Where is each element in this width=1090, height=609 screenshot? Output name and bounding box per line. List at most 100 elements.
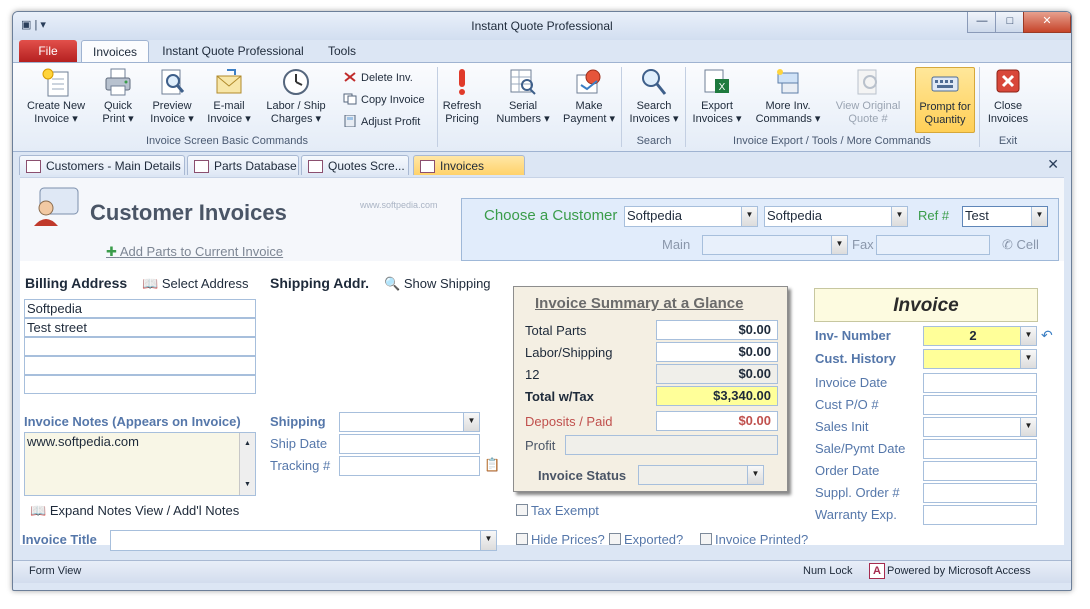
add-parts-link[interactable]: ✚ Add Parts to Current Invoice <box>106 244 283 260</box>
billing-line-1[interactable]: Softpedia <box>24 299 256 318</box>
cell-link[interactable]: ✆ Cell <box>1002 237 1039 253</box>
payment-icon <box>576 69 601 94</box>
chevron-down-icon[interactable]: ▼ <box>1020 418 1036 436</box>
profit-value <box>565 435 778 455</box>
invoice-title-select[interactable]: ▼ <box>110 530 497 551</box>
form-icon <box>26 160 41 173</box>
make-payment-button[interactable]: Make Payment ▾ <box>559 67 619 126</box>
ref-select[interactable]: Test ▼ <box>962 206 1048 227</box>
close-window-button[interactable]: ✕ <box>1023 12 1071 33</box>
invoice-date-field[interactable] <box>923 373 1037 393</box>
billing-line-4[interactable] <box>24 356 256 375</box>
more-inv-commands-button[interactable]: More Inv. Commands ▾ <box>753 67 823 126</box>
cust-history-select[interactable]: ▼ <box>923 349 1037 369</box>
labor-ship-charges-button[interactable]: Labor / Ship Charges ▾ <box>259 67 333 126</box>
preview-invoice-button[interactable]: Preview Invoice ▾ <box>145 67 199 126</box>
close-invoices-label: Close <box>993 100 1023 112</box>
undo-icon[interactable]: ↶ <box>1041 327 1053 344</box>
search-invoices-label-2: Invoices ▾ <box>629 113 679 125</box>
sales-init-select[interactable]: ▼ <box>923 417 1037 437</box>
clipboard-icon[interactable]: 📋 <box>484 457 500 473</box>
checkbox[interactable] <box>700 533 712 545</box>
adjust-profit-button[interactable]: Adjust Profit <box>343 113 420 131</box>
create-new-invoice-button[interactable]: Create New Invoice ▾ <box>21 67 91 126</box>
cust-po-field[interactable] <box>923 395 1037 415</box>
tab-file[interactable]: File <box>19 40 77 62</box>
billing-line-3[interactable] <box>24 337 256 356</box>
invoice-notes-textarea[interactable]: www.softpedia.com ▲ ▼ <box>24 432 256 496</box>
order-date-field[interactable] <box>923 461 1037 481</box>
order-date-label: Order Date <box>815 463 880 478</box>
delete-invoice-button[interactable]: Delete Inv. <box>343 69 413 87</box>
ship-date-field[interactable] <box>339 434 480 454</box>
tax-label: 12 <box>525 367 540 382</box>
chevron-down-icon[interactable]: ▼ <box>463 413 479 431</box>
tab-invoices[interactable]: Invoices <box>81 40 149 63</box>
invoice-status-select[interactable]: ▼ <box>638 465 764 485</box>
show-shipping-button[interactable]: 🔍 Show Shipping <box>384 276 491 292</box>
export-invoices-button[interactable]: X Export Invoices ▾ <box>687 67 747 126</box>
fax-field[interactable] <box>876 235 990 255</box>
doc-tab-customers[interactable]: Customers - Main Details <box>19 155 185 175</box>
chevron-down-icon[interactable]: ▼ <box>1031 207 1047 226</box>
show-shipping-label: Show Shipping <box>403 276 491 291</box>
invoice-status-label: Invoice Status <box>538 468 627 483</box>
delete-icon <box>344 72 356 82</box>
minimize-button[interactable]: — <box>967 12 997 33</box>
chevron-down-icon[interactable]: ▼ <box>891 207 907 226</box>
make-payment-label-2: Payment ▾ <box>563 113 615 125</box>
cust-history-label: Cust. History <box>815 351 896 366</box>
scroll-up-icon[interactable]: ▲ <box>241 435 254 452</box>
inv-number-select[interactable]: 2 ▼ <box>923 326 1037 346</box>
refresh-pricing-button[interactable]: Refresh Pricing <box>439 67 485 126</box>
doc-tab-parts-database[interactable]: Parts Database <box>187 155 299 175</box>
scroll-down-icon[interactable]: ▼ <box>241 476 254 493</box>
checkbox[interactable] <box>516 533 528 545</box>
quick-print-button[interactable]: Quick Print ▾ <box>95 67 141 126</box>
tracking-field[interactable] <box>339 456 480 476</box>
tab-tools[interactable]: Tools <box>319 40 365 62</box>
expand-notes-link[interactable]: 📖 Expand Notes View / Add'l Notes <box>30 503 239 519</box>
close-invoices-button[interactable]: Close Invoices <box>983 67 1033 126</box>
view-original-quote-button[interactable]: View Original Quote # <box>827 67 909 126</box>
close-invoices-label-2: Invoices <box>987 113 1029 125</box>
doc-tab-quotes[interactable]: Quotes Scre... <box>301 155 409 175</box>
close-document-button[interactable]: ✕ <box>1047 156 1059 173</box>
group-label-search: Search <box>636 135 672 147</box>
notes-scrollbar[interactable]: ▲ ▼ <box>239 433 255 495</box>
customer-select-2[interactable]: Softpedia ▼ <box>764 206 908 227</box>
prompt-for-quantity-button[interactable]: Prompt for Quantity <box>915 67 975 133</box>
chevron-down-icon[interactable]: ▼ <box>1020 327 1036 345</box>
sale-pymt-date-field[interactable] <box>923 439 1037 459</box>
hide-prices-checkbox[interactable]: Hide Prices? <box>516 532 605 547</box>
chevron-down-icon[interactable]: ▼ <box>480 531 496 550</box>
chevron-down-icon[interactable]: ▼ <box>1020 350 1036 368</box>
shipping-method-select[interactable]: ▼ <box>339 412 480 432</box>
warranty-exp-field[interactable] <box>923 505 1037 525</box>
tax-exempt-checkbox[interactable]: Tax Exempt <box>516 503 599 518</box>
chevron-down-icon[interactable]: ▼ <box>831 236 847 254</box>
select-address-button[interactable]: 📖 Select Address <box>142 276 249 292</box>
doc-tab-invoices-screen[interactable]: Invoices Screen <box>413 155 525 193</box>
checkbox[interactable] <box>609 533 621 545</box>
maximize-button[interactable]: □ <box>995 12 1025 33</box>
invoice-title-label: Invoice Title <box>22 532 97 547</box>
invoice-printed-checkbox[interactable]: Invoice Printed? <box>700 532 808 547</box>
make-payment-label: Make <box>575 100 603 112</box>
tab-instant-quote-professional[interactable]: Instant Quote Professional <box>153 40 313 62</box>
copy-invoice-button[interactable]: Copy Invoice <box>343 91 425 109</box>
billing-line-5[interactable] <box>24 375 256 394</box>
ship-date-label: Ship Date <box>270 436 328 451</box>
checkbox[interactable] <box>516 504 528 516</box>
exported-checkbox[interactable]: Exported? <box>609 532 683 547</box>
customer-select-1[interactable]: Softpedia ▼ <box>624 206 758 227</box>
serial-numbers-button[interactable]: Serial Numbers ▾ <box>491 67 555 126</box>
main-phone-select[interactable]: ▼ <box>702 235 848 255</box>
form-icon <box>308 160 323 173</box>
chevron-down-icon[interactable]: ▼ <box>741 207 757 226</box>
chevron-down-icon[interactable]: ▼ <box>747 466 763 484</box>
search-invoices-button[interactable]: Search Invoices ▾ <box>625 67 683 126</box>
email-invoice-button[interactable]: E-mail Invoice ▾ <box>203 67 255 126</box>
billing-line-2[interactable]: Test street <box>24 318 256 337</box>
suppl-order-field[interactable] <box>923 483 1037 503</box>
